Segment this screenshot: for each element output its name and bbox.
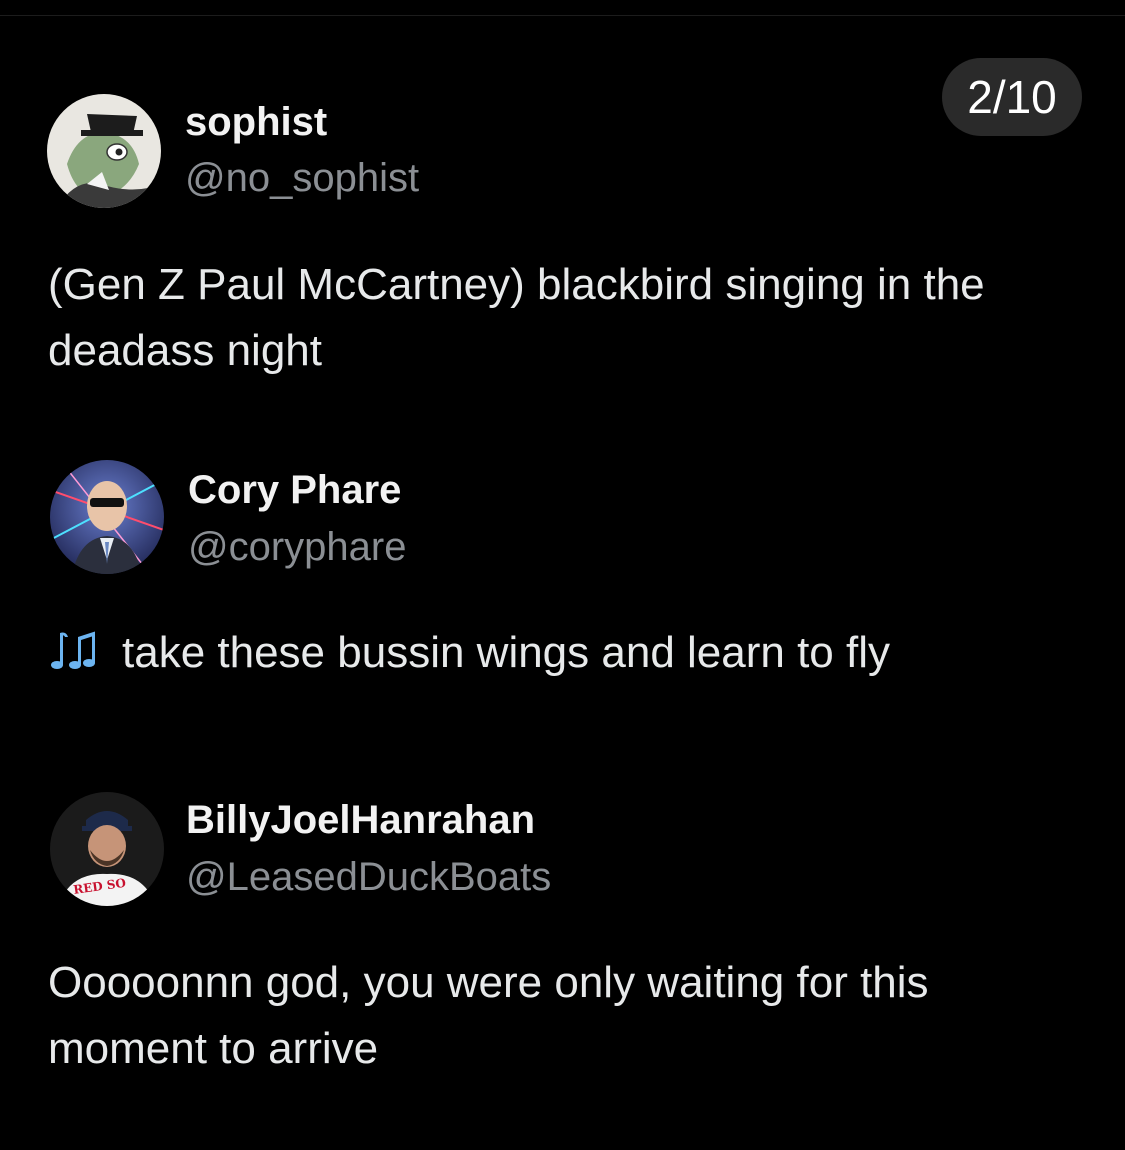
post-text: Ooooonnn god, you were only waiting for …: [48, 958, 929, 1073]
user-handle[interactable]: @LeasedDuckBoats: [186, 855, 551, 900]
frog-in-top-hat-icon: [47, 94, 161, 208]
man-with-sunglasses-icon: [50, 460, 164, 574]
avatar[interactable]: RED SO: [50, 792, 164, 906]
post-cory-phare[interactable]: Cory Phare @coryphare take these bussin …: [0, 400, 1125, 730]
avatar[interactable]: [50, 460, 164, 574]
red-sox-player-icon: RED SO: [50, 792, 164, 906]
display-name[interactable]: Cory Phare: [188, 468, 401, 513]
music-notes-icon: [48, 629, 112, 673]
display-name[interactable]: BillyJoelHanrahan: [186, 798, 535, 843]
user-handle[interactable]: @coryphare: [188, 525, 406, 570]
user-handle[interactable]: @no_sophist: [185, 156, 419, 201]
display-name[interactable]: sophist: [185, 100, 327, 145]
post-billyjoelhanrahan[interactable]: RED SO BillyJoelHanrahan @LeasedDuckBoat…: [0, 730, 1125, 1150]
post-sophist[interactable]: sophist @no_sophist (Gen Z Paul McCartne…: [0, 0, 1125, 400]
post-text: (Gen Z Paul McCartney) blackbird singing…: [48, 260, 985, 375]
avatar[interactable]: [47, 94, 161, 208]
post-text: take these bussin wings and learn to fly: [48, 620, 1108, 686]
post-text-content: take these bussin wings and learn to fly: [122, 628, 891, 677]
